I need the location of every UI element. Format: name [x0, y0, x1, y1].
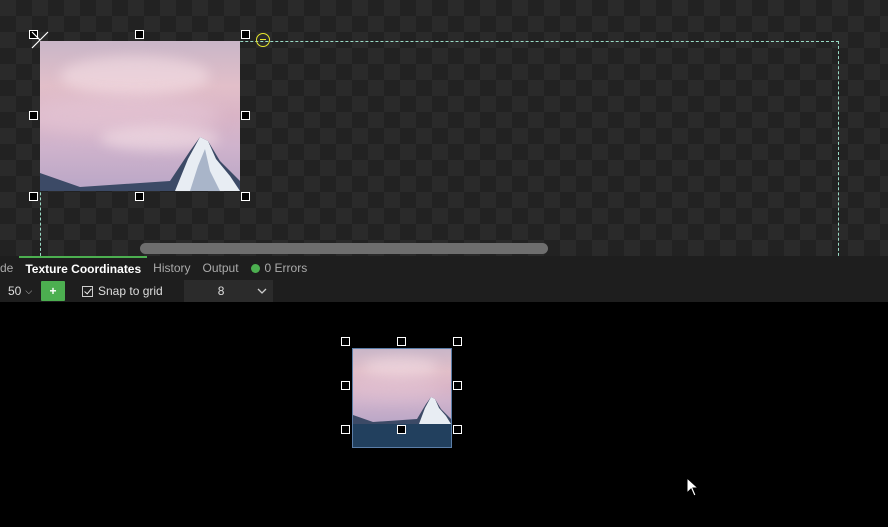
panel-tab-bar: de Texture Coordinates History Output 0 … — [0, 256, 888, 280]
uv-handle-n[interactable] — [397, 337, 406, 346]
origin-marker-icon[interactable] — [256, 33, 270, 47]
sprite-canvas[interactable] — [0, 0, 888, 256]
uv-handle-sw[interactable] — [341, 425, 350, 434]
resize-handle-w[interactable] — [29, 111, 38, 120]
errors-label: 0 Errors — [264, 261, 308, 275]
pivot-cross-icon[interactable] — [30, 30, 50, 50]
uv-toolbar: 50 ⌵ + Snap to grid 8 — [0, 280, 888, 302]
resize-handle-e[interactable] — [241, 111, 250, 120]
resize-handle-ne[interactable] — [241, 30, 250, 39]
uv-handle-ne[interactable] — [453, 337, 462, 346]
sprite-image[interactable] — [40, 41, 240, 191]
snap-checkbox[interactable] — [82, 285, 93, 297]
chevron-down-icon — [257, 288, 267, 294]
mouse-pointer-icon — [686, 477, 700, 497]
tab-output[interactable]: Output — [197, 256, 245, 280]
tab-texture-coordinates[interactable]: Texture Coordinates — [19, 256, 148, 280]
snap-to-grid-toggle[interactable]: Snap to grid — [82, 284, 163, 298]
resize-handle-s[interactable] — [135, 192, 144, 201]
chevron-down-icon: ⌵ — [25, 285, 33, 296]
status-dot-icon — [250, 264, 260, 273]
add-button[interactable]: + — [41, 281, 65, 301]
uv-handle-w[interactable] — [341, 381, 350, 390]
errors-status[interactable]: 0 Errors — [245, 256, 314, 280]
tab-partial[interactable]: de — [0, 256, 19, 280]
resize-handle-se[interactable] — [241, 192, 250, 201]
uv-handle-se[interactable] — [453, 425, 462, 434]
uv-handle-s[interactable] — [397, 425, 406, 434]
tab-history[interactable]: History — [147, 256, 196, 280]
grid-size-value: 8 — [217, 284, 225, 298]
uv-handle-nw[interactable] — [341, 337, 350, 346]
horizontal-scrollbar[interactable] — [140, 243, 548, 254]
zoom-value: 50 — [8, 284, 22, 298]
grid-size-select[interactable]: 8 — [183, 280, 273, 302]
uv-handle-e[interactable] — [453, 381, 462, 390]
uv-texture-preview — [353, 349, 451, 424]
texture-coordinates-editor[interactable] — [0, 302, 888, 527]
snap-label: Snap to grid — [98, 284, 163, 298]
zoom-select[interactable]: 50 ⌵ — [0, 284, 38, 298]
resize-handle-n[interactable] — [135, 30, 144, 39]
resize-handle-sw[interactable] — [29, 192, 38, 201]
